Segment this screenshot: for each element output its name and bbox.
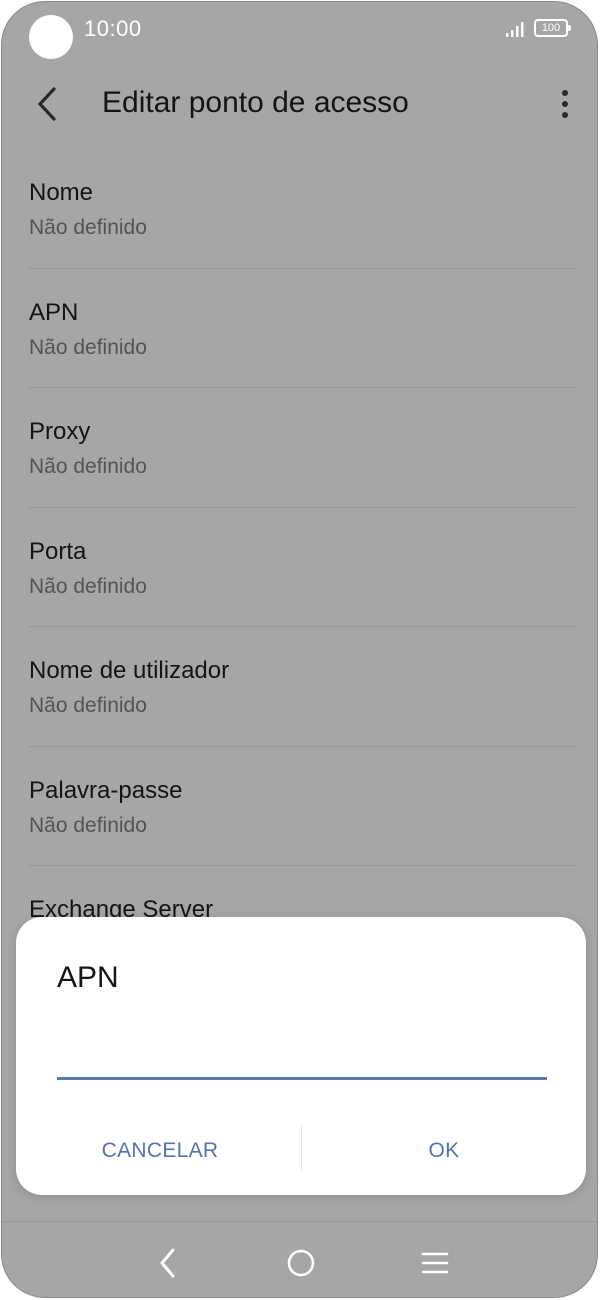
apn-dialog: APN CANCELAR OK (16, 917, 586, 1195)
battery-icon: 100 (534, 19, 571, 37)
settings-list: Nome Não definido APN Não definido Proxy… (29, 149, 575, 986)
page-title: Editar ponto de acesso (102, 86, 409, 119)
setting-item-nome[interactable]: Nome Não definido (29, 149, 575, 269)
apn-input[interactable] (57, 1032, 547, 1080)
navigation-bar (2, 1221, 597, 1297)
setting-value: Não definido (29, 813, 147, 837)
nav-recents-icon[interactable] (420, 1251, 450, 1275)
dialog-actions: CANCELAR OK (16, 1122, 586, 1182)
setting-title: Proxy (29, 418, 91, 445)
setting-item-apn[interactable]: APN Não definido (29, 269, 575, 388)
setting-title: Nome de utilizador (29, 657, 230, 684)
nav-back-icon[interactable] (154, 1246, 182, 1280)
setting-title: Porta (29, 537, 87, 565)
setting-value: Não definido (29, 335, 147, 359)
more-vert-icon[interactable] (554, 88, 576, 122)
setting-item-nome-de-utilizador[interactable]: Nome de utilizador Não definido (29, 627, 575, 747)
setting-item-palavra-passe[interactable]: Palavra-passe Não definido (29, 747, 575, 866)
cancel-button[interactable]: CANCELAR (18, 1122, 302, 1180)
setting-value: Não definido (29, 455, 147, 478)
setting-item-proxy[interactable]: Proxy Não definido (29, 388, 575, 508)
status-bar: 10:00 100 (2, 2, 597, 60)
setting-title: Nome (29, 179, 94, 206)
battery-level: 100 (541, 22, 561, 34)
setting-title: Palavra-passe (29, 776, 183, 804)
nav-home-icon[interactable] (286, 1248, 316, 1278)
ok-button[interactable]: OK (302, 1122, 586, 1180)
phone-frame: 10:00 100 Editar ponto de acesso Nome Nã… (1, 1, 598, 1298)
camera-cutout (29, 15, 73, 59)
setting-title: APN (29, 298, 79, 326)
status-time: 10:00 (84, 16, 142, 41)
app-bar: Editar ponto de acesso (2, 64, 597, 144)
setting-item-porta[interactable]: Porta Não definido (29, 508, 575, 627)
dialog-title: APN (57, 961, 119, 994)
setting-value: Não definido (29, 216, 147, 239)
setting-value: Não definido (29, 574, 147, 598)
signal-icon (506, 22, 524, 37)
back-arrow-icon[interactable] (32, 86, 64, 122)
setting-value: Não definido (29, 694, 147, 717)
